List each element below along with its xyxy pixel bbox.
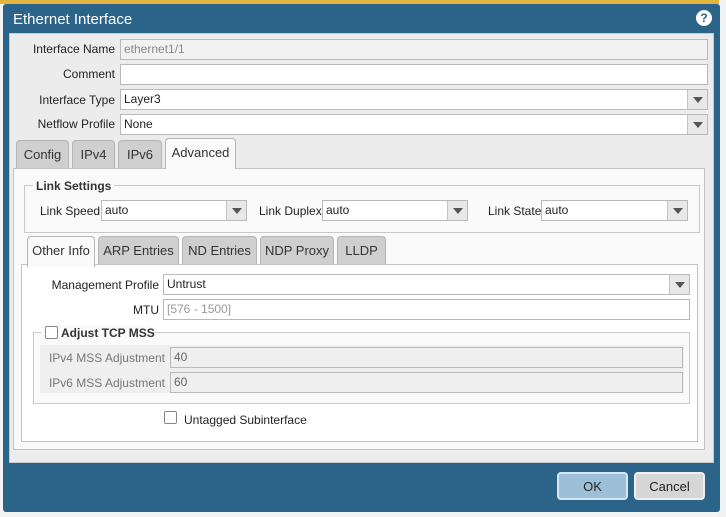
- dialog-title: Ethernet Interface: [13, 11, 133, 28]
- mtu-field[interactable]: [576 - 1500]: [163, 299, 690, 320]
- link-speed-label: Link Speed: [40, 204, 101, 218]
- netflow-profile-value: None: [124, 117, 153, 131]
- adjust-tcp-mss-label: Adjust TCP MSS: [61, 326, 155, 340]
- netflow-profile-select[interactable]: None: [120, 114, 708, 135]
- comment-label: Comment: [62, 67, 115, 81]
- interface-type-label: Interface Type: [39, 93, 115, 107]
- link-state-value: auto: [545, 203, 569, 217]
- subtab-arp-entries[interactable]: ARP Entries: [98, 236, 179, 264]
- link-speed-select[interactable]: auto: [101, 200, 247, 221]
- tab-advanced[interactable]: Advanced: [165, 138, 236, 169]
- management-profile-value: Untrust: [167, 277, 206, 291]
- help-icon[interactable]: ?: [696, 10, 712, 26]
- interface-name-label: Interface Name: [32, 42, 115, 56]
- interface-type-value: Layer3: [124, 92, 161, 106]
- link-duplex-select[interactable]: auto: [322, 200, 468, 221]
- subtab-nd-entries[interactable]: ND Entries: [182, 236, 257, 264]
- background-strip: [719, 0, 726, 517]
- link-state-label: Link State: [488, 204, 542, 218]
- tab-ipv6[interactable]: IPv6: [118, 140, 162, 168]
- interface-name-field[interactable]: ethernet1/1: [120, 39, 708, 60]
- ipv4-mss-field[interactable]: 40: [170, 347, 683, 368]
- link-duplex-label: Link Duplex: [259, 204, 322, 218]
- link-settings-legend: Link Settings: [33, 179, 115, 193]
- mtu-label: MTU: [133, 303, 159, 317]
- untagged-subinterface-label: Untagged Subinterface: [184, 413, 307, 427]
- ipv4-mss-label: IPv4 MSS Adjustment: [48, 351, 165, 365]
- untagged-subinterface-checkbox[interactable]: [164, 411, 177, 424]
- subtab-ndp-proxy[interactable]: NDP Proxy: [260, 236, 334, 264]
- netflow-profile-label: Netflow Profile: [37, 117, 115, 131]
- ipv6-mss-label: IPv6 MSS Adjustment: [48, 376, 165, 390]
- adjust-tcp-mss-checkbox[interactable]: [45, 326, 58, 339]
- chevron-down-icon[interactable]: [667, 201, 687, 220]
- subtab-lldp[interactable]: LLDP: [337, 236, 386, 264]
- subtab-other-info[interactable]: Other Info: [27, 236, 95, 267]
- chevron-down-icon[interactable]: [669, 275, 689, 294]
- chevron-down-icon[interactable]: [447, 201, 467, 220]
- chevron-down-icon[interactable]: [226, 201, 246, 220]
- cancel-button[interactable]: Cancel: [634, 472, 705, 500]
- link-state-select[interactable]: auto: [541, 200, 688, 221]
- chevron-down-icon[interactable]: [687, 90, 707, 109]
- management-profile-label: Management Profile: [51, 278, 159, 292]
- link-speed-value: auto: [105, 203, 129, 217]
- ipv6-mss-field[interactable]: 60: [170, 372, 683, 393]
- management-profile-select[interactable]: Untrust: [163, 274, 690, 295]
- chevron-down-icon[interactable]: [687, 115, 707, 134]
- ok-button[interactable]: OK: [557, 472, 628, 500]
- tab-ipv4[interactable]: IPv4: [72, 140, 115, 168]
- comment-field[interactable]: [120, 64, 708, 85]
- tab-config[interactable]: Config: [16, 140, 69, 168]
- link-duplex-value: auto: [326, 203, 350, 217]
- interface-type-select[interactable]: Layer3: [120, 89, 708, 110]
